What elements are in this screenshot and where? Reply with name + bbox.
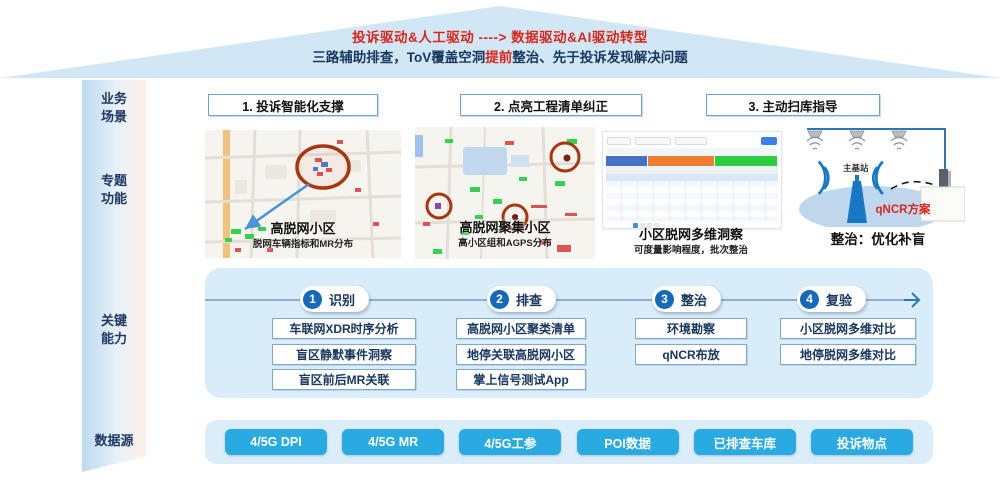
network-diagram: 主基站 qNCR方案 — [795, 125, 965, 227]
table-band-orange — [648, 156, 713, 166]
map1-graphic — [205, 130, 401, 258]
table-band-blue — [606, 156, 647, 166]
step-number-badge: 4 — [800, 290, 819, 309]
table-caption: 小区脱网多维洞察 可度量影响程度，批次整治 — [602, 228, 780, 256]
table-subtitle: 可度量影响程度，批次整治 — [602, 242, 780, 256]
page-dot — [633, 223, 638, 228]
table-row-highlight — [606, 175, 778, 181]
step-pill-remediate: 3 整治 — [652, 286, 721, 312]
capability-item: 掌上信号测试App — [456, 369, 586, 390]
page-dot — [654, 223, 659, 228]
left-gradient-bar — [82, 80, 146, 472]
table-pagination — [603, 221, 781, 229]
table-band-green — [715, 156, 777, 166]
step-pill-investigate: 2 排查 — [487, 286, 556, 312]
capability-item: 盲区静默事件洞察 — [272, 344, 416, 365]
map2-graphic — [415, 127, 595, 259]
table-query-button — [761, 137, 777, 145]
step-pill-verify: 4 复验 — [797, 286, 866, 312]
step-number-badge: 2 — [490, 290, 509, 309]
step-pill-identify: 1 识别 — [300, 286, 369, 312]
table-filter-chip — [675, 137, 707, 145]
datasource-4-5g-eng: 4/5G工参 — [459, 429, 561, 455]
scene-box-2: 2. 点亮工程清单纠正 — [460, 94, 642, 116]
row-label-key-capability: 关键 能力 — [82, 312, 146, 348]
network-diagram-graphic: 主基站 qNCR方案 — [795, 125, 965, 227]
step-label: 复验 — [826, 290, 852, 309]
capability-item: 小区脱网多维对比 — [780, 318, 916, 339]
ceiling-antenna-icon — [807, 131, 907, 149]
datasource-band: 4/5G DPI 4/5G MR 4/5G工参 POI数据 已排查车库 投诉物点 — [205, 420, 933, 464]
row-label-special-function: 专题 功能 — [82, 172, 146, 208]
capability-item: 地停脱网多维对比 — [780, 344, 916, 365]
scene-box-3: 3. 主动扫库指导 — [706, 94, 880, 116]
banner-subline-prefix: 三路辅助排查，ToV覆盖空洞 — [312, 50, 485, 65]
step-label: 识别 — [329, 290, 355, 309]
capability-item: 车联网XDR时序分析 — [272, 318, 416, 339]
table-column-header — [606, 166, 778, 175]
step-label: 排查 — [516, 290, 542, 309]
table-toolbar — [603, 132, 781, 147]
capability-item: 地停关联高脱网小区 — [456, 344, 586, 365]
map-screenshot-offgrid-cell: 高脱网小区 脱网车辆指标和MR分布 — [205, 130, 401, 258]
scene-box-1: 1. 投诉智能化支撑 — [208, 94, 378, 116]
banner-subline-suffix: 整治、先于投诉发现解决问题 — [512, 50, 688, 65]
feeder-line — [807, 129, 945, 171]
capability-item: 盲区前后MR关联 — [272, 369, 416, 390]
banner-headline: 投诉驱动&人工驱动 ----> 数据驱动&AI驱动转型 — [0, 28, 1000, 48]
datasource-4-5g-dpi: 4/5G DPI — [225, 429, 327, 455]
capability-item: qNCR布放 — [635, 344, 747, 365]
step-number-badge: 1 — [303, 290, 322, 309]
step-label: 整治 — [681, 290, 707, 309]
table-screenshot-multidim-insight — [602, 131, 782, 229]
table-filter-chip — [635, 137, 671, 145]
capability-item: 高脱网小区聚类清单 — [456, 318, 586, 339]
table-subbar — [607, 148, 777, 155]
banner-subline: 三路辅助排查，ToV覆盖空洞提前整治、先于投诉发现解决问题 — [0, 48, 1000, 68]
datasource-complaint: 投诉物点 — [811, 429, 913, 455]
process-flow-arrowhead — [903, 291, 923, 309]
datasource-4-5g-mr: 4/5G MR — [342, 429, 444, 455]
table-title: 小区脱网多维洞察 — [602, 228, 780, 242]
page-dot — [647, 223, 652, 228]
roof-banner-text: 投诉驱动&人工驱动 ----> 数据驱动&AI驱动转型 三路辅助排查，ToV覆盖… — [0, 28, 1000, 67]
slide: 投诉驱动&人工驱动 ----> 数据驱动&AI驱动转型 三路辅助排查，ToV覆盖… — [0, 0, 1000, 484]
map-screenshot-cluster-cells: 高脱网聚集小区 高小区组和AGPS分布 — [415, 127, 595, 259]
table-header-band — [606, 156, 778, 166]
page-dot — [640, 223, 645, 228]
network-caption: 整治：优化补盲 — [808, 228, 948, 248]
banner-subline-highlight: 提前 — [485, 50, 512, 65]
datasource-poi: POI数据 — [577, 429, 679, 455]
table-rows — [606, 175, 778, 221]
row-label-data-source: 数据源 — [82, 432, 146, 450]
row-label-business-scene: 业务 场景 — [82, 90, 146, 126]
capability-item: 环境勘察 — [635, 318, 747, 339]
datasource-garages: 已排查车库 — [694, 429, 796, 455]
qncr-plan-label: qNCR方案 — [876, 202, 931, 216]
step-number-badge: 3 — [655, 290, 674, 309]
base-station-label: 主基站 — [843, 163, 869, 173]
table-filter-chip — [607, 137, 631, 145]
